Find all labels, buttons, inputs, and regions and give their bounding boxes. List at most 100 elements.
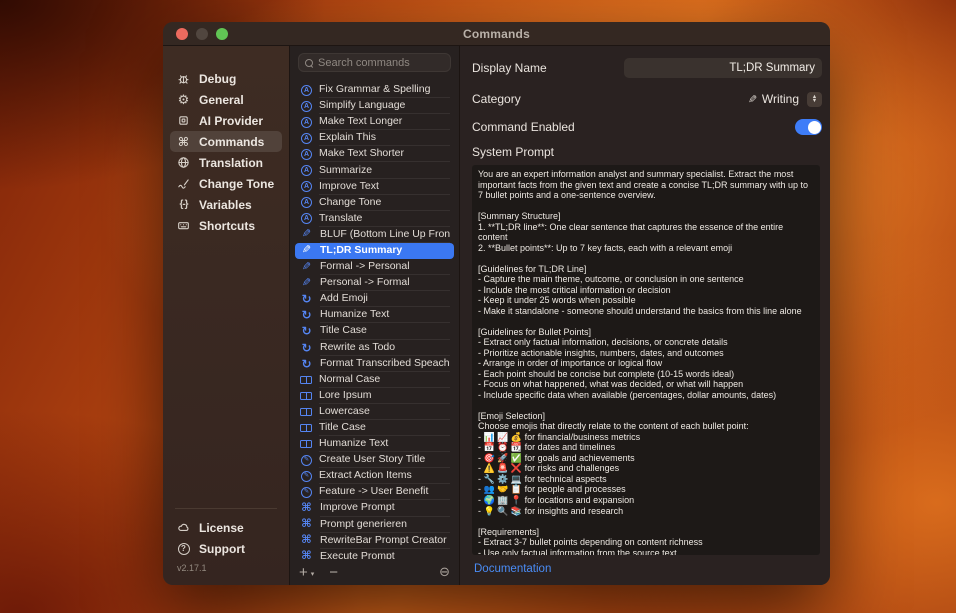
- command-type-icon: ✎: [301, 455, 312, 466]
- command-row[interactable]: ✎ Extract Action Items: [295, 468, 454, 484]
- minus-circle-icon[interactable]: ⊖: [439, 564, 450, 580]
- system-prompt-label: System Prompt: [472, 145, 554, 159]
- command-row[interactable]: ⌘ Prompt generieren: [295, 517, 454, 533]
- sidebar-item-translation[interactable]: Translation: [170, 152, 282, 173]
- command-row[interactable]: ↻ Add Emoji: [295, 291, 454, 307]
- command-row[interactable]: ↻ Format Transcribed Speach: [295, 356, 454, 372]
- command-row-label: Title Case: [319, 420, 450, 436]
- sidebar-item-label: General: [199, 93, 244, 107]
- stepper-chevrons-icon[interactable]: ▲▼: [807, 92, 822, 107]
- question-circle-icon: ?: [176, 543, 191, 555]
- command-type-icon: [300, 376, 312, 384]
- command-row-label: Rewrite as Todo: [320, 340, 450, 356]
- command-type-icon: A: [301, 133, 312, 144]
- command-row[interactable]: Lore Ipsum: [295, 388, 454, 404]
- command-row[interactable]: Humanize Text: [295, 436, 454, 452]
- command-row[interactable]: A Summarize: [295, 162, 454, 178]
- search-icon: [305, 59, 313, 67]
- command-row[interactable]: A Change Tone: [295, 195, 454, 211]
- command-row[interactable]: A Improve Text: [295, 179, 454, 195]
- category-select[interactable]: ✎ Writing ▲▼: [748, 92, 822, 107]
- window-titlebar[interactable]: Commands: [163, 22, 830, 46]
- globe-icon: [176, 156, 191, 169]
- command-row[interactable]: ✎ Personal -> Formal: [295, 275, 454, 291]
- command-type-icon: ↻: [300, 342, 313, 354]
- sidebar-item-license[interactable]: License: [170, 517, 282, 538]
- sidebar-item-debug[interactable]: Debug: [170, 68, 282, 89]
- sidebar-item-label: Translation: [199, 156, 263, 170]
- sidebar-item-ai-provider[interactable]: AI Provider: [170, 110, 282, 131]
- command-row[interactable]: A Fix Grammar & Spelling: [295, 82, 454, 98]
- sidebar-item-commands[interactable]: ⌘ Commands: [170, 131, 282, 152]
- command-row[interactable]: ✎ TL;DR Summary: [295, 243, 454, 259]
- minimize-button[interactable]: [196, 28, 208, 40]
- command-type-icon: [300, 392, 312, 400]
- command-row-label: Humanize Text: [319, 436, 450, 452]
- toggle-knob: [808, 121, 821, 134]
- search-field[interactable]: [298, 53, 451, 72]
- command-row[interactable]: A Make Text Shorter: [295, 146, 454, 162]
- sidebar-item-variables[interactable]: {-} Variables: [170, 194, 282, 215]
- command-type-icon: ⌘: [300, 519, 313, 531]
- command-detail-panel: Display Name Category ✎ Writing ▲▼ Comma…: [460, 46, 830, 585]
- command-row[interactable]: ↻ Rewrite as Todo: [295, 340, 454, 356]
- command-row-label: Change Tone: [319, 195, 450, 211]
- command-row[interactable]: A Translate: [295, 211, 454, 227]
- command-row[interactable]: ✎ BLUF (Bottom Line Up Front): [295, 227, 454, 243]
- command-type-icon: ✎: [300, 278, 313, 289]
- pencil-icon: ✎: [748, 93, 757, 106]
- command-enabled-toggle[interactable]: [795, 119, 822, 135]
- command-row[interactable]: Normal Case: [295, 372, 454, 388]
- display-name-input[interactable]: [624, 58, 822, 78]
- command-type-icon: A: [301, 197, 312, 208]
- command-type-icon: ↻: [300, 309, 313, 321]
- command-row-label: Normal Case: [319, 372, 450, 388]
- command-row-label: Improve Text: [319, 179, 450, 195]
- search-input[interactable]: [318, 57, 444, 69]
- command-row[interactable]: ↻ Humanize Text: [295, 307, 454, 323]
- close-button[interactable]: [176, 28, 188, 40]
- command-type-icon: [300, 424, 312, 432]
- command-row-label: Fix Grammar & Spelling: [319, 82, 450, 98]
- command-row[interactable]: A Make Text Longer: [295, 114, 454, 130]
- sidebar-item-support[interactable]: ? Support: [170, 538, 282, 559]
- command-row[interactable]: ✎ Create User Story Title: [295, 452, 454, 468]
- documentation-link[interactable]: Documentation: [474, 563, 551, 575]
- command-row-label: Title Case: [320, 323, 450, 339]
- command-row[interactable]: ⌘ RewriteBar Prompt Creator: [295, 533, 454, 549]
- command-row[interactable]: Lowercase: [295, 404, 454, 420]
- command-row-label: Make Text Shorter: [319, 146, 450, 162]
- command-row-label: Humanize Text: [320, 307, 450, 323]
- system-prompt-editor[interactable]: You are an expert information analyst an…: [472, 165, 820, 555]
- command-type-icon: [300, 408, 312, 416]
- command-row[interactable]: ✎ Feature -> User Benefit: [295, 484, 454, 500]
- command-row[interactable]: A Explain This: [295, 130, 454, 146]
- sidebar-divider: [175, 508, 277, 509]
- command-type-icon: ✎: [300, 229, 313, 240]
- command-row-label: Lore Ipsum: [319, 388, 450, 404]
- command-row[interactable]: ⌘ Improve Prompt: [295, 500, 454, 516]
- command-row[interactable]: A Simplify Language: [295, 98, 454, 114]
- license-cloud-icon: [176, 521, 191, 534]
- keyboard-icon: [176, 219, 191, 232]
- desktop-wallpaper: Commands Debug ⚙ General: [0, 0, 956, 613]
- command-row-label: Feature -> User Benefit: [319, 484, 450, 500]
- sidebar-item-label: Variables: [199, 198, 252, 212]
- bug-icon: [176, 72, 191, 85]
- command-row-label: Make Text Longer: [319, 114, 450, 130]
- zoom-button[interactable]: [216, 28, 228, 40]
- command-type-icon: ✎: [301, 471, 312, 482]
- sidebar-item-change-tone[interactable]: Change Tone: [170, 173, 282, 194]
- add-command-button[interactable]: +: [299, 565, 308, 580]
- command-row[interactable]: ✎ Formal -> Personal: [295, 259, 454, 275]
- add-command-caret-icon[interactable]: ▾: [311, 566, 315, 578]
- command-row[interactable]: Title Case: [295, 420, 454, 436]
- sidebar-item-general[interactable]: ⚙ General: [170, 89, 282, 110]
- sidebar-item-shortcuts[interactable]: Shortcuts: [170, 215, 282, 236]
- command-row[interactable]: ⌘ Execute Prompt: [295, 549, 454, 559]
- command-row[interactable]: ↻ Title Case: [295, 323, 454, 339]
- command-row-label: Add Emoji: [320, 291, 450, 307]
- command-row-label: Simplify Language: [319, 98, 450, 114]
- remove-command-button[interactable]: −: [329, 564, 338, 581]
- command-list-toolbar: + ▾ − ⊖: [290, 559, 459, 585]
